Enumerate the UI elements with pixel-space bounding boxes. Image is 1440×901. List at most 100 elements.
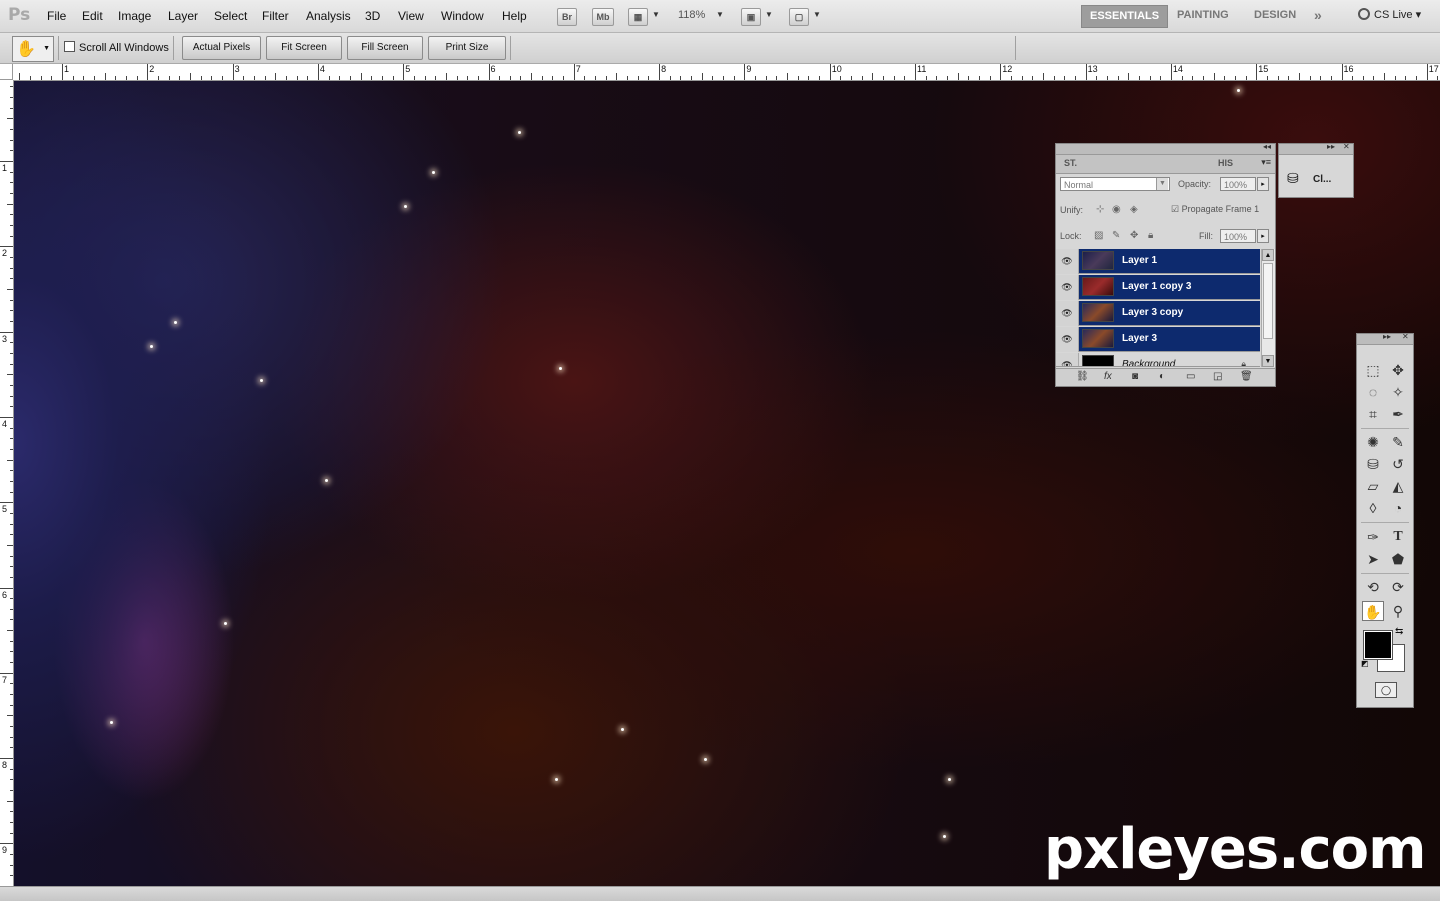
more-workspaces-icon[interactable]: » (1306, 5, 1330, 26)
3d-rotate-tool-icon[interactable]: ⟲ (1362, 577, 1384, 597)
quick-mask-icon[interactable]: ◯ (1375, 682, 1397, 698)
menu-image[interactable]: Image (118, 9, 151, 23)
workspace-essentials[interactable]: ESSENTIALS (1081, 5, 1169, 28)
clone-source-label[interactable]: Cl... (1313, 174, 1331, 185)
lock-transparency-icon[interactable]: ▨ (1094, 230, 1103, 241)
menu-help[interactable]: Help (502, 9, 527, 23)
spot-healing-tool-icon[interactable]: ✺ (1362, 432, 1384, 452)
menu-file[interactable]: File (47, 9, 66, 23)
scroll-all-windows-checkbox[interactable]: Scroll All Windows (64, 41, 169, 54)
lock-all-icon[interactable]: 🔒︎ (1148, 230, 1153, 241)
paint-bucket-tool-icon[interactable]: ◭ (1387, 476, 1409, 496)
ruler-origin[interactable] (0, 64, 13, 80)
default-colors-icon[interactable]: ◩ (1361, 659, 1369, 668)
print-size-button[interactable]: Print Size (428, 36, 506, 60)
hand-tool-icon[interactable]: ✋ (1362, 601, 1384, 621)
clone-stamp-tool-icon[interactable]: ⛁ (1362, 454, 1384, 474)
eye-icon[interactable]: 👁︎ (1056, 301, 1079, 326)
layer-row-layer-3[interactable]: 👁︎ Layer 3 (1056, 327, 1260, 352)
chevron-down-icon[interactable]: ▼ (716, 10, 724, 19)
propagate-frame-checkbox[interactable]: ☑ Propagate Frame 1 (1171, 204, 1259, 215)
fill-field[interactable]: 100% (1220, 229, 1256, 243)
marquee-tool-icon[interactable]: ⬚ (1362, 360, 1384, 380)
new-layer-icon[interactable]: ◲ (1213, 371, 1222, 382)
close-icon[interactable]: ✕ (1402, 332, 1409, 341)
mini-bridge-button[interactable]: Mb (592, 8, 614, 26)
opacity-slider-arrow[interactable]: ▸ (1257, 177, 1269, 191)
chevron-down-icon[interactable]: ▼ (813, 10, 821, 19)
chevron-down-icon[interactable]: ▼ (652, 10, 660, 19)
eraser-tool-icon[interactable]: ▱ (1362, 476, 1384, 496)
panel-titlebar[interactable]: ▸▸ ✕ (1279, 142, 1353, 155)
eye-icon[interactable]: 👁︎ (1056, 353, 1079, 366)
path-selection-tool-icon[interactable]: ➤ (1362, 549, 1384, 569)
panel-titlebar[interactable]: ▸▸ ✕ (1357, 332, 1413, 345)
actual-pixels-button[interactable]: Actual Pixels (182, 36, 261, 60)
blend-mode-select[interactable]: Normal ▼ (1060, 177, 1170, 191)
add-mask-icon[interactable]: ◙ (1132, 371, 1138, 382)
scroll-down-icon[interactable]: ▼ (1262, 355, 1274, 367)
tab-history[interactable]: HIS (1218, 158, 1233, 168)
blur-tool-icon[interactable]: ◊ (1362, 498, 1384, 518)
panel-titlebar[interactable]: ◂◂ (1056, 142, 1275, 155)
expand-icon[interactable]: ▸▸ (1327, 142, 1335, 151)
opacity-field[interactable]: 100% (1220, 177, 1256, 191)
menu-layer[interactable]: Layer (168, 9, 198, 23)
screen-mode-icon[interactable]: ▢ (789, 8, 809, 26)
vertical-ruler[interactable]: 1 2 3 4 5 6 7 8 9 (0, 80, 14, 886)
layers-scrollbar[interactable]: ▲ ▼ (1261, 249, 1275, 367)
close-icon[interactable]: ✕ (1343, 142, 1350, 151)
unify-position-icon[interactable]: ⊹ (1096, 204, 1104, 215)
tool-preset-picker[interactable]: ✋ ▼ (12, 36, 54, 62)
unify-visibility-icon[interactable]: ◉ (1112, 204, 1121, 215)
expand-icon[interactable]: ▸▸ (1383, 332, 1391, 341)
layer-name-area[interactable]: Layer 1 copy 3 (1079, 275, 1260, 299)
lock-position-icon[interactable]: ✥ (1130, 230, 1138, 241)
layer-name-area[interactable]: Layer 3 copy (1079, 301, 1260, 325)
crop-tool-icon[interactable]: ⌗ (1362, 404, 1384, 424)
adjustment-layer-icon[interactable]: ◐ (1159, 371, 1165, 382)
fit-screen-button[interactable]: Fit Screen (266, 36, 342, 60)
brush-tool-icon[interactable]: ✎ (1387, 432, 1409, 452)
horizontal-ruler[interactable]: 1 2 3 4 5 6 7 8 9 10 11 12 13 14 15 16 17 (13, 64, 1440, 81)
eye-icon[interactable]: 👁︎ (1056, 249, 1079, 274)
menu-3d[interactable]: 3D (365, 9, 380, 23)
foreground-color-swatch[interactable] (1363, 630, 1393, 660)
layer-row-layer-1-copy-3[interactable]: 👁︎ Layer 1 copy 3 (1056, 275, 1260, 300)
zoom-level[interactable]: 118% (678, 9, 705, 21)
lasso-tool-icon[interactable]: ◌ (1362, 382, 1384, 402)
panel-menu-icon[interactable]: ▾≡ (1261, 157, 1271, 168)
workspace-design[interactable]: DESIGN (1246, 5, 1304, 26)
zoom-tool-icon[interactable]: ⚲ (1387, 601, 1409, 621)
layer-row-layer-3-copy[interactable]: 👁︎ Layer 3 copy (1056, 301, 1260, 326)
bridge-button[interactable]: Br (557, 8, 577, 26)
view-extras-icon[interactable]: ▦ (628, 8, 648, 26)
menu-window[interactable]: Window (441, 9, 484, 23)
move-tool-icon[interactable]: ✥ (1387, 360, 1409, 380)
layer-style-icon[interactable]: fx (1104, 371, 1112, 382)
layer-name-area[interactable]: Layer 1 (1079, 249, 1260, 273)
menu-analysis[interactable]: Analysis (306, 9, 351, 23)
unify-style-icon[interactable]: ◈ (1130, 204, 1138, 215)
tab-styles[interactable]: ST. (1064, 158, 1077, 168)
shape-tool-icon[interactable]: ⬟ (1387, 549, 1409, 569)
menu-view[interactable]: View (398, 9, 424, 23)
scroll-up-icon[interactable]: ▲ (1262, 249, 1274, 261)
menu-edit[interactable]: Edit (82, 9, 103, 23)
3d-orbit-tool-icon[interactable]: ⟳ (1387, 577, 1409, 597)
menu-select[interactable]: Select (214, 9, 247, 23)
menu-filter[interactable]: Filter (262, 9, 289, 23)
fill-slider-arrow[interactable]: ▸ (1257, 229, 1269, 243)
eye-icon[interactable]: 👁︎ (1056, 327, 1079, 352)
arrange-documents-icon[interactable]: ▣ (741, 8, 761, 26)
layer-row-layer-1[interactable]: 👁︎ Layer 1 (1056, 249, 1260, 274)
lock-pixels-icon[interactable]: ✎ (1112, 230, 1120, 241)
layer-name-area[interactable]: Background 🔒︎ (1079, 353, 1260, 366)
history-brush-tool-icon[interactable]: ↺ (1387, 454, 1409, 474)
chevron-down-icon[interactable]: ▼ (765, 10, 773, 19)
scroll-thumb[interactable] (1263, 263, 1273, 339)
fill-screen-button[interactable]: Fill Screen (347, 36, 423, 60)
cs-live-menu[interactable]: CS Live ▾ (1358, 8, 1421, 21)
collapse-icon[interactable]: ◂◂ (1263, 142, 1271, 151)
clone-stamp-icon[interactable]: ⛁ (1287, 170, 1299, 187)
